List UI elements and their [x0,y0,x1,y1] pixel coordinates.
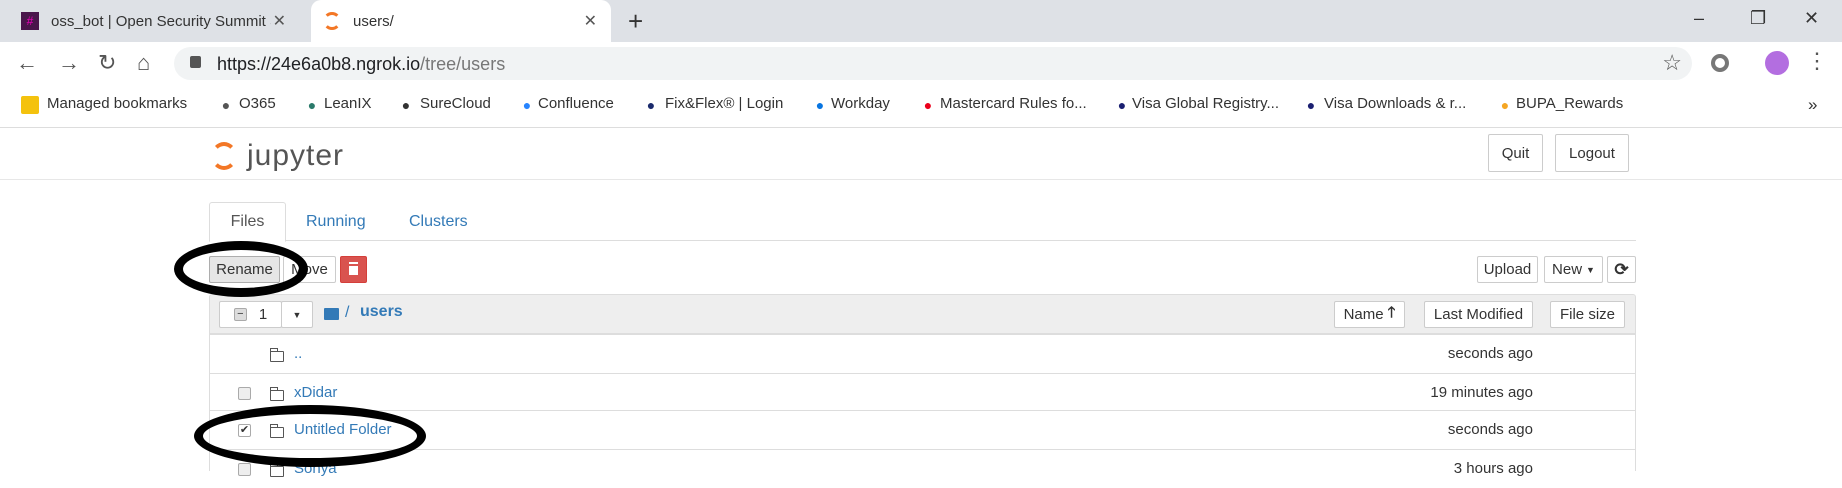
bookmarks-bar: Managed bookmarks ● O365 ● LeanIX ● SureCloud ●… [0,85,1842,128]
bookmark-label: Mastercard Rules fo... [940,95,1087,112]
row-checkbox[interactable] [238,463,251,476]
arrow-up-icon: 🡑 [1387,304,1396,321]
globe-icon: ● [221,97,231,113]
extension-icon[interactable] [1711,54,1729,72]
delete-button[interactable] [340,256,367,283]
folder-icon [269,387,284,401]
item-modified: seconds ago [1447,421,1533,438]
browser-tab-users[interactable]: users/ ✕ [311,0,611,42]
url-host: https://24e6a0b8.ngrok.io [217,54,421,74]
folder-icon [269,463,284,477]
file-row[interactable]: .. seconds ago [209,334,1636,373]
bookmark-label: LeanIX [324,95,372,112]
tab-running[interactable]: Running [306,213,366,231]
minus-checkbox-icon: − [233,308,247,321]
file-row[interactable]: Sonya 3 hours ago [209,449,1636,488]
folder-solid-icon[interactable] [324,308,339,320]
bookmark-label: Visa Global Registry... [1132,95,1280,112]
bookmark-label: Workday [831,95,890,112]
workday-icon: ● [815,97,825,113]
folder-icon [269,348,284,362]
bookmark-label: Visa Downloads & r... [1324,95,1467,112]
tab-clusters[interactable]: Clusters [409,213,468,231]
file-list-header [209,294,1636,334]
bupa-icon: ● [1500,97,1510,113]
lock-icon [190,56,201,68]
confluence-icon: ● [522,97,532,113]
bookmark-label: SureCloud [420,95,491,112]
row-checkbox[interactable] [238,387,251,400]
annotation-ellipse-untitled-folder [194,405,426,467]
more-bookmarks-button[interactable]: » [1808,95,1817,115]
annotation-ellipse-rename [174,241,308,297]
breadcrumb-separator: / [345,304,350,321]
visa-icon: ● [1306,97,1316,113]
jupyter-logo[interactable]: jupyter [211,135,344,177]
logout-button[interactable]: Logout [1555,134,1629,172]
item-modified: seconds ago [1447,345,1533,362]
browser-tab-bar: # oss_bot | Open Security Summit S ✕ use… [0,0,1842,42]
bookmark-star-icon[interactable]: ☆ [1662,50,1682,76]
cloud-icon: ● [401,97,411,113]
leanix-icon: ● [307,97,317,113]
quit-button[interactable]: Quit [1488,134,1543,172]
forward-icon[interactable]: → [58,50,80,76]
file-row[interactable]: xDidar 19 minutes ago [209,373,1636,412]
home-icon[interactable]: ⌂ [137,50,150,76]
url-path: /tree/users [420,54,506,74]
back-icon[interactable]: ← [16,50,38,76]
jupyter-logo-icon [211,142,237,170]
bookmark-label: Fix&Flex® | Login [665,95,784,112]
item-modified: 19 minutes ago [1430,384,1533,401]
breadcrumb-users[interactable]: users [360,303,403,321]
address-bar[interactable]: https://24e6a0b8.ngrok.io/tree/users ☆ [174,47,1692,80]
upload-button[interactable]: Upload [1477,256,1538,283]
bookmark-label: O365 [239,95,276,112]
trash-icon [349,264,358,275]
tab-files[interactable]: Files [209,202,286,242]
restore-button[interactable]: ❐ [1750,8,1766,29]
fixflex-icon: ● [646,97,656,113]
address-toolbar: ← → ↻ ⌂ https://24e6a0b8.ngrok.io/tree/u… [0,42,1842,85]
bookmark-label: BUPA_Rewards [1516,95,1624,112]
sort-name-button[interactable]: Name 🡑 [1334,301,1405,328]
item-name-link[interactable]: xDidar [294,384,337,401]
minimize-button[interactable]: – [1694,8,1704,29]
select-all-checkbox[interactable]: − 1 [219,301,282,328]
folder-icon [21,96,39,114]
sort-last-modified-button[interactable]: Last Modified [1424,301,1533,328]
caret-down-icon: ▼ [1586,264,1595,275]
select-dropdown-button[interactable]: ▼ [281,301,313,328]
bookmark-label: Managed bookmarks [47,95,188,112]
close-tab-icon[interactable]: ✕ [273,11,286,31]
item-modified: 3 hours ago [1453,460,1533,477]
reload-icon[interactable]: ↻ [98,50,116,76]
visa-v-icon: ● [1117,97,1127,113]
close-window-button[interactable]: ✕ [1804,8,1819,29]
tabs-divider [209,240,1636,241]
slack-icon: # [21,12,39,30]
refresh-button[interactable]: ⟳ [1607,256,1636,283]
menu-icon[interactable]: ⋮ [1806,48,1828,74]
new-tab-button[interactable]: + [628,6,643,37]
item-name-link[interactable]: .. [294,345,302,362]
browser-tab-oss-bot[interactable]: # oss_bot | Open Security Summit S ✕ [9,0,300,42]
bookmark-label: Confluence [538,95,614,112]
refresh-icon: ⟳ [1614,259,1629,279]
sort-file-size-button[interactable]: File size [1550,301,1625,328]
close-tab-icon[interactable]: ✕ [584,11,597,31]
caret-down-icon: ▼ [292,309,302,320]
jupyter-icon [323,12,341,30]
mastercard-icon: ● [923,97,933,113]
new-dropdown-button[interactable]: New ▼ [1544,256,1603,283]
avatar[interactable] [1765,51,1789,75]
header-divider [0,179,1842,180]
